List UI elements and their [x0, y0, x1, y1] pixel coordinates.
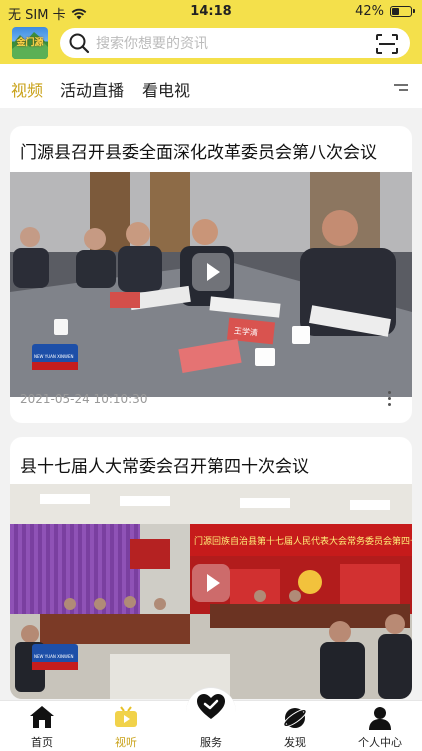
tab-tv[interactable]: 看电视 — [142, 77, 190, 101]
video-date: 2021-05-24 10:10:30 — [20, 392, 148, 406]
home-icon — [30, 706, 54, 728]
video-thumbnail[interactable]: 王学清 NEW YUAN XINWEN — [10, 172, 412, 397]
search-icon — [69, 33, 90, 54]
video-card[interactable]: 县十七届人大常委会召开第四十次会议 门源回族自治县第十七届人民代表大会常务委员会… — [10, 437, 412, 699]
menu-icon[interactable] — [394, 84, 408, 92]
app-logo[interactable]: 金门源 — [12, 27, 48, 59]
nav-home[interactable]: 首页 — [0, 701, 84, 751]
nav-label: 首页 — [31, 736, 53, 749]
channel-badge: NEW YUAN XINWEN — [34, 354, 74, 359]
nav-audiovisual[interactable]: 视听 — [84, 701, 168, 751]
nav-label: 发现 — [284, 736, 306, 749]
search-placeholder: 搜索你想要的资讯 — [96, 36, 208, 52]
planet-icon — [283, 708, 307, 728]
battery-icon — [390, 6, 415, 17]
nav-label: 视听 — [115, 736, 137, 749]
category-tabs: 视频 活动直播 看电视 — [0, 64, 422, 108]
scan-icon[interactable] — [376, 34, 398, 54]
nav-service[interactable]: 服务 — [169, 694, 253, 751]
logo-text: 金门源 — [16, 38, 44, 48]
video-card[interactable]: 门源县召开县委全面深化改革委员会第八次会议 王学清 NEW YUAN XINWE… — [10, 126, 412, 423]
video-title[interactable]: 门源县召开县委全面深化改革委员会第八次会议 — [20, 138, 377, 163]
bottom-nav: 首页 视听 服务 发现 个人中心 — [0, 687, 422, 751]
tv-icon — [115, 706, 137, 727]
more-options-icon[interactable] — [388, 391, 392, 409]
banner-text: 门源回族自治县第十七届人民代表大会常务委员会第四十 — [194, 535, 412, 547]
play-button[interactable] — [192, 564, 230, 602]
status-bar: 无 SIM 卡 14:18 42% — [0, 0, 422, 24]
battery-percent: 42% — [355, 4, 384, 19]
tab-live[interactable]: 活动直播 — [60, 77, 124, 101]
video-title[interactable]: 县十七届人大常委会召开第四十次会议 — [20, 452, 309, 477]
nav-profile[interactable]: 个人中心 — [338, 701, 422, 751]
person-icon — [369, 707, 391, 730]
nav-label: 服务 — [200, 736, 222, 749]
video-thumbnail[interactable]: 门源回族自治县第十七届人民代表大会常务委员会第四十 NEW YUAN XINWE… — [10, 484, 412, 699]
channel-badge: NEW YUAN XINWEN — [34, 654, 74, 659]
nav-discover[interactable]: 发现 — [253, 701, 337, 751]
play-button[interactable] — [192, 253, 230, 291]
tab-video[interactable]: 视频 — [11, 77, 43, 101]
search-bar[interactable]: 搜索你想要的资讯 — [60, 28, 410, 58]
nav-label: 个人中心 — [358, 736, 402, 749]
app-header: 金门源 搜索你想要的资讯 — [0, 24, 422, 64]
heart-icon — [197, 694, 225, 719]
